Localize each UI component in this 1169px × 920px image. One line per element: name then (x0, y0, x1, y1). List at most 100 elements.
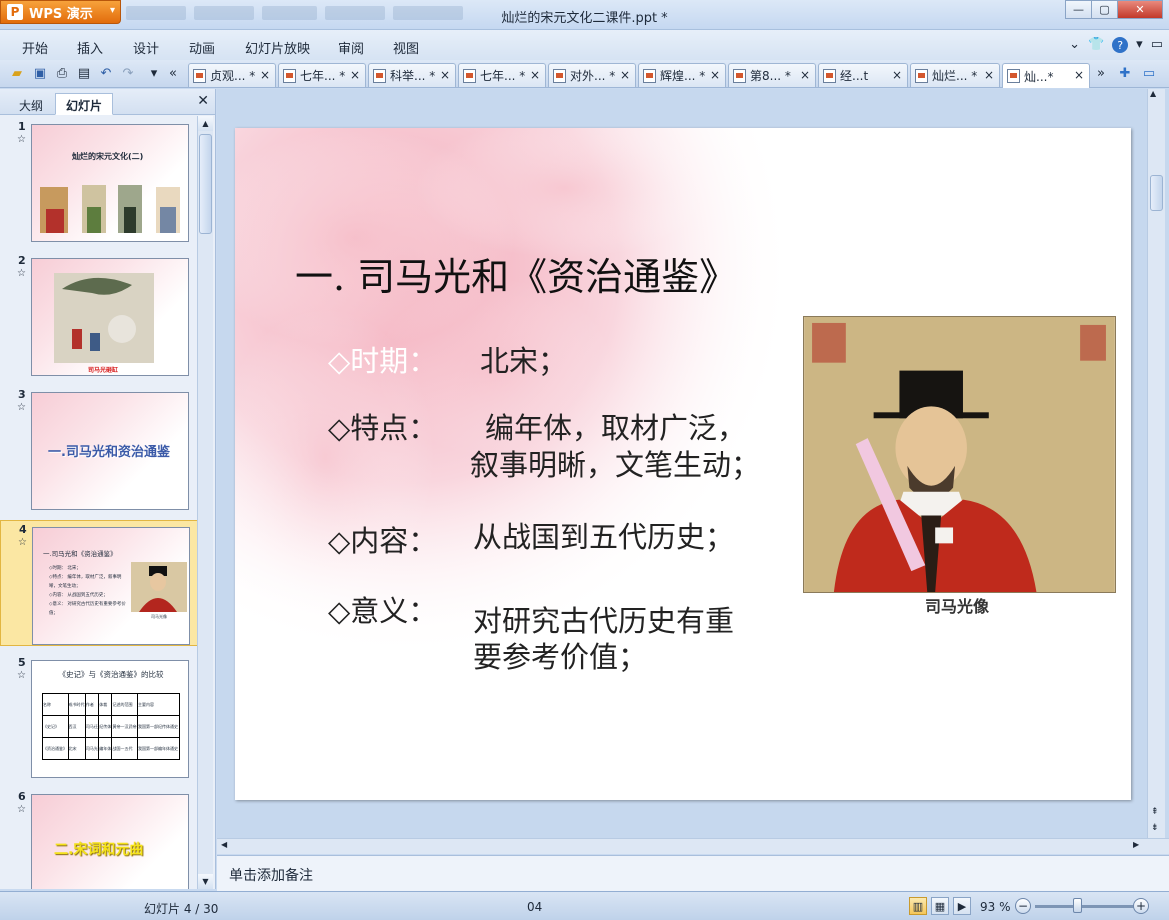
doc-tab[interactable]: 贞观... * × (188, 63, 276, 87)
zoom-out-icon[interactable]: − (1015, 898, 1031, 914)
close-tab-icon[interactable]: × (440, 68, 450, 82)
menu-view[interactable]: 视图 (393, 38, 419, 57)
meaning-value-line2[interactable]: 要参考价值； (473, 634, 647, 676)
close-button[interactable]: ✕ (1117, 0, 1163, 19)
scroll-right-icon[interactable]: ▶ (1133, 840, 1139, 849)
close-tab-icon[interactable]: × (800, 68, 810, 82)
slide-thumbnail[interactable]: 3 ☆ 一.司马光和资治通鉴 (0, 386, 198, 512)
scroll-left-icon[interactable]: ◀ (221, 840, 227, 849)
meaning-label[interactable]: ◇意义： (328, 588, 437, 630)
tab-outline[interactable]: 大纲 (8, 93, 54, 115)
feature-label[interactable]: ◇特点： (328, 405, 437, 447)
slide-title[interactable]: 一. 司马光和《资治通鉴》 (295, 246, 737, 301)
doc-tab[interactable]: 经...t × (818, 63, 908, 87)
skin-icon[interactable]: 👕 (1088, 37, 1104, 53)
thumbnail-preview: 司马光砸缸 (31, 258, 189, 376)
doc-tab[interactable]: 七年... * × (278, 63, 366, 87)
notes-placeholder[interactable]: 单击添加备注 (229, 865, 313, 885)
close-tab-icon[interactable]: × (260, 68, 270, 82)
content-label[interactable]: ◇内容： (328, 518, 437, 560)
help-dropdown-icon[interactable]: ▾ (1136, 37, 1143, 53)
content-value[interactable]: 从战国到五代历史； (473, 514, 734, 556)
minimize-button[interactable]: — (1065, 0, 1092, 19)
close-tab-icon[interactable]: × (1074, 68, 1084, 82)
chevron-down-icon[interactable]: ⌄ (1069, 37, 1080, 53)
save-icon[interactable]: ▣ (32, 65, 48, 81)
scroll-up-icon[interactable]: ▲ (1150, 89, 1156, 98)
menu-animation[interactable]: 动画 (189, 38, 215, 57)
slide-thumbnail[interactable]: 6 ☆ 二.宋词和元曲 (0, 788, 198, 889)
slide-thumbnail-selected[interactable]: 4 ☆ 一.司马光和《资治通鉴》 ◇时期： 北宋； ◇特点： 编年体，取材广泛，… (0, 520, 198, 646)
menu-slideshow[interactable]: 幻灯片放映 (245, 38, 310, 57)
slide-horizontal-scrollbar[interactable]: ◀ ▶ (217, 838, 1169, 854)
tabs-scroll-left-icon[interactable]: « (165, 65, 181, 81)
feature-value-line1[interactable]: 编年体，取材广泛， (485, 405, 746, 447)
redo-icon[interactable]: ↷ (120, 65, 136, 81)
sima-guang-portrait-image[interactable] (803, 316, 1116, 593)
feature-value-line2[interactable]: 叙事明晰，文笔生动； (470, 442, 760, 484)
next-slide-icon[interactable]: ⇟ (1151, 823, 1159, 833)
close-panel-icon[interactable]: ✕ (197, 93, 209, 109)
thumbnails-scrollbar[interactable]: ▲ ▼ (197, 116, 213, 889)
close-tab-icon[interactable]: × (710, 68, 720, 82)
animation-star-icon: ☆ (17, 268, 26, 279)
thumbnail-preview: 《史记》与《资治通鉴》的比较 名称 成书时代 作者 体裁 记述的范围 主要内容 《史记》西… (31, 660, 189, 778)
open-folder-icon[interactable]: ▰ (9, 65, 25, 81)
tabs-scroll-right-icon[interactable]: » (1093, 65, 1109, 81)
doc-tab[interactable]: 对外... * × (548, 63, 636, 87)
menu-review[interactable]: 审阅 (338, 38, 364, 57)
thumbnail-preview: 二.宋词和元曲 (31, 794, 189, 889)
print-icon[interactable]: ⎙ (54, 65, 70, 81)
close-tab-icon[interactable]: × (984, 68, 994, 82)
doc-tab[interactable]: 第8... * × (728, 63, 816, 87)
menu-right-tools: ⌄ 👕 ? ▾ ▭ (1069, 37, 1163, 53)
slide-thumbnail[interactable]: 2 ☆ 司马光砸缸 (0, 252, 198, 378)
ppt-file-icon (733, 68, 746, 83)
tab-slides[interactable]: 幻灯片 (55, 93, 114, 115)
slideshow-view-icon[interactable]: ▶ (953, 897, 971, 915)
close-tab-icon[interactable]: × (530, 68, 540, 82)
close-tab-icon[interactable]: × (620, 68, 630, 82)
slide-thumbnail[interactable]: 5 ☆ 《史记》与《资治通鉴》的比较 名称 成书时代 作者 体裁 记述的范围 主要内容 《… (0, 654, 198, 780)
current-slide[interactable]: 一. 司马光和《资治通鉴》 ◇时期： 北宋； ◇特点： 编年体，取材广泛， 叙事… (235, 128, 1131, 800)
help-icon[interactable]: ? (1112, 37, 1129, 53)
print-preview-icon[interactable]: ▤ (76, 65, 92, 81)
doc-tab[interactable]: 灿烂... * × (910, 63, 1000, 87)
maximize-button[interactable]: ▢ (1091, 0, 1118, 19)
close-tab-icon[interactable]: × (350, 68, 360, 82)
customize-toolbar-icon[interactable]: ▾ (146, 65, 162, 81)
normal-view-icon[interactable]: ▥ (909, 897, 927, 915)
close-tab-icon[interactable]: × (892, 68, 902, 82)
period-label[interactable]: ◇时期： (328, 338, 437, 380)
previous-slide-icon[interactable]: ⇞ (1151, 807, 1159, 817)
zoom-in-icon[interactable]: + (1133, 898, 1149, 914)
ppt-file-icon (553, 68, 566, 83)
slide-vertical-scrollbar[interactable]: ▲ ⇞ ⇟ (1147, 89, 1165, 839)
scrollbar-thumb[interactable] (1150, 175, 1163, 211)
zoom-slider-thumb[interactable] (1073, 898, 1082, 913)
new-tab-plus-icon[interactable]: ✚ (1117, 65, 1133, 81)
slide-thumbnail[interactable]: 1 ☆ 灿烂的宋元文化(二) (0, 118, 198, 244)
menu-home[interactable]: 开始 (22, 38, 48, 57)
menu-insert[interactable]: 插入 (77, 38, 103, 57)
notes-pane[interactable]: 单击添加备注 (217, 855, 1169, 891)
zoom-slider-track[interactable] (1035, 905, 1135, 908)
scroll-up-icon[interactable]: ▲ (198, 116, 213, 131)
tab-list-icon[interactable]: ▭ (1141, 65, 1157, 81)
period-value[interactable]: 北宋； (480, 338, 567, 380)
doc-tab[interactable]: 科举... * × (368, 63, 456, 87)
menu-design[interactable]: 设计 (133, 38, 159, 57)
restore-ribbon-icon[interactable]: ▭ (1151, 37, 1163, 53)
doc-tab-active[interactable]: 灿...* × (1002, 63, 1090, 88)
slide-sorter-view-icon[interactable]: ▦ (931, 897, 949, 915)
slides-panel: 大纲 幻灯片 ✕ 1 ☆ 灿烂的宋元文化(二) 2 ☆ 司马光砸缸 3 ☆ 一.… (0, 89, 216, 889)
status-bar: 幻灯片 4 / 30 04 ▥ ▦ ▶ 93 % − + (0, 891, 1169, 920)
scrollbar-thumb[interactable] (199, 134, 212, 234)
doc-tab[interactable]: 七年... * × (458, 63, 546, 87)
doc-tab[interactable]: 辉煌... * × (638, 63, 726, 87)
window-controls: — ▢ ✕ (1065, 0, 1163, 19)
window-title: 灿烂的宋元文化二课件.ppt * (501, 11, 668, 26)
scroll-down-icon[interactable]: ▼ (198, 874, 213, 889)
undo-icon[interactable]: ↶ (98, 65, 114, 81)
ppt-file-icon (373, 68, 386, 83)
